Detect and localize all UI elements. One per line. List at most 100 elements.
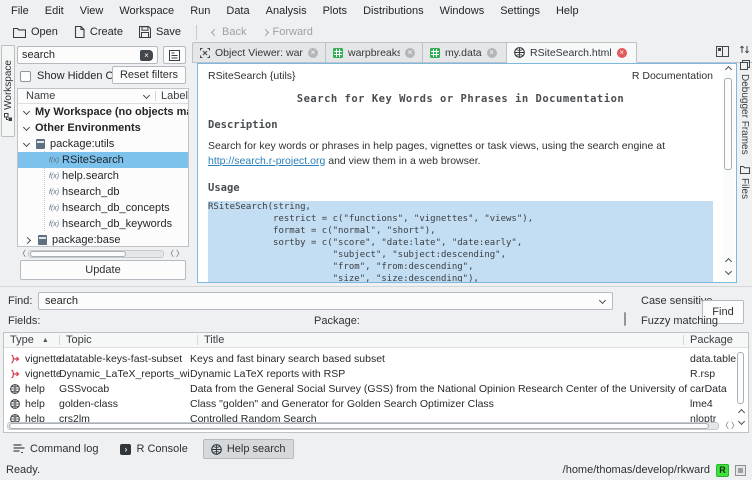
create-button[interactable]: Create [67, 24, 130, 40]
menu-help[interactable]: Help [548, 2, 587, 20]
function-icon: f(x) [49, 205, 62, 212]
scroll-up-icon[interactable] [725, 66, 732, 73]
tree-item-package-utils[interactable]: package:utils [18, 136, 188, 152]
search-r-project-link[interactable]: http://search.r-project.org [208, 155, 325, 167]
close-icon[interactable]: × [308, 48, 318, 58]
scroll-down-icon[interactable] [725, 268, 732, 275]
workspace-icon [4, 113, 13, 122]
filter-options-button[interactable] [163, 46, 186, 64]
scroll-left-icon[interactable]: 〈 [721, 422, 729, 430]
toolbar-separator [196, 25, 197, 40]
case-sensitive-checkbox[interactable] [624, 312, 626, 326]
help-vertical-scrollbar[interactable] [723, 65, 735, 281]
main-toolbar: Open Create Save Back Forward [0, 21, 752, 43]
close-icon[interactable]: × [487, 48, 497, 58]
scroll-left-icon[interactable]: 〈 [18, 250, 26, 258]
tree-item-hsearch-db[interactable]: f(x) hsearch_db [18, 184, 188, 200]
command-log-icon [13, 444, 25, 454]
tree-item-hsearch-db-concepts[interactable]: f(x) hsearch_db_concepts [18, 200, 188, 216]
status-indicator-icon[interactable] [735, 465, 746, 476]
command-log-button[interactable]: Command log [6, 440, 105, 458]
reset-filters-button[interactable]: Reset filters [112, 66, 186, 84]
close-icon[interactable]: × [617, 48, 627, 58]
new-file-icon [74, 26, 85, 38]
tab-my-data[interactable]: my.data × [423, 42, 507, 62]
tree-item-package-base[interactable]: package:base [18, 232, 188, 247]
debugger-frames-dock-tab[interactable]: Debugger Frames [737, 60, 752, 155]
result-row[interactable]: vignette datatable-keys-fast-subset Keys… [4, 351, 748, 366]
menu-plots[interactable]: Plots [315, 2, 355, 20]
open-button[interactable]: Open [6, 24, 65, 40]
help-search-panel: Find: search Case sensitive Find Fields:… [0, 286, 752, 332]
result-row[interactable]: help GSSvocab Data from the General Soci… [4, 381, 748, 396]
help-title: Search for Key Words or Phrases in Docum… [208, 93, 713, 105]
menu-analysis[interactable]: Analysis [258, 2, 315, 20]
sort-icon[interactable] [739, 44, 750, 55]
folder-open-icon [13, 27, 26, 38]
table-icon [430, 48, 440, 58]
scroll-up-icon[interactable] [725, 258, 732, 265]
scroll-right-icon[interactable]: 〉 [176, 250, 184, 258]
clear-search-icon[interactable]: × [140, 50, 153, 61]
help-document-view[interactable]: RSiteSearch {utils} R Documentation Sear… [197, 63, 737, 283]
split-view-icon[interactable] [716, 46, 729, 57]
workspace-dock-tab[interactable]: Workspace [1, 45, 15, 137]
package-icon [36, 139, 45, 149]
menu-file[interactable]: File [3, 2, 37, 20]
close-icon[interactable]: × [405, 48, 415, 58]
help-icon [10, 399, 20, 409]
status-message: Ready. [6, 464, 40, 476]
files-dock-tab[interactable]: Files [737, 165, 752, 199]
folder-icon [740, 165, 750, 174]
scroll-left-icon[interactable]: 〈 [166, 250, 174, 258]
result-row[interactable]: help golden-class Class "golden" and Gen… [4, 396, 748, 411]
results-horizontal-scrollbar[interactable]: 〈 〉 [7, 422, 739, 430]
usage-code-block[interactable]: RSiteSearch(string, restrict = c("functi… [208, 201, 713, 282]
description-heading: Description [208, 119, 713, 131]
r-console-button[interactable]: › R Console [113, 440, 194, 458]
tree-item-rsitesearch[interactable]: f(x) RSiteSearch [18, 152, 188, 168]
document-tab-bar: Object Viewer: warpbreaks × warpbreaks ×… [192, 42, 752, 63]
menu-windows[interactable]: Windows [432, 2, 493, 20]
tree-horizontal-scrollbar[interactable]: 〈 〈 〉 [18, 250, 188, 258]
tree-item-hsearch-db-keywords[interactable]: f(x) hsearch_db_keywords [18, 216, 188, 232]
save-icon [139, 26, 151, 38]
workspace-search-input[interactable]: search × [17, 46, 158, 64]
forward-button[interactable]: Forward [256, 24, 320, 40]
console-icon: › [120, 444, 131, 455]
vignette-icon [10, 369, 20, 379]
tab-warpbreaks[interactable]: warpbreaks × [326, 42, 423, 62]
tree-item-my-workspace[interactable]: My Workspace (no objects matching filter [18, 104, 188, 120]
back-button[interactable]: Back [205, 24, 253, 40]
usage-heading: Usage [208, 182, 713, 194]
tree-header[interactable]: Name Label [18, 89, 188, 104]
menu-workspace[interactable]: Workspace [111, 2, 182, 20]
menu-settings[interactable]: Settings [492, 2, 548, 20]
menu-distributions[interactable]: Distributions [355, 2, 432, 20]
tab-rsitesearch-html[interactable]: RSiteSearch.html × [507, 42, 637, 63]
find-combobox[interactable]: search [38, 292, 613, 310]
show-hidden-checkbox[interactable] [20, 71, 31, 82]
results-header[interactable]: Type▲ Topic Title Package [4, 333, 748, 348]
r-engine-status-badge[interactable]: R [716, 464, 729, 477]
help-search-button[interactable]: Help search [203, 439, 294, 459]
working-directory: /home/thomas/develop/rkward [563, 464, 710, 476]
menu-data[interactable]: Data [218, 2, 257, 20]
function-icon: f(x) [49, 221, 62, 228]
sort-ascending-icon: ▲ [42, 337, 49, 344]
menu-run[interactable]: Run [182, 2, 218, 20]
tab-object-viewer-warpbreaks[interactable]: Object Viewer: warpbreaks × [192, 42, 326, 62]
result-row[interactable]: vignette Dynamic_LaTeX_reports_with_RSP … [4, 366, 748, 381]
update-button[interactable]: Update [20, 260, 186, 280]
scroll-right-icon[interactable]: 〉 [731, 422, 739, 430]
save-button[interactable]: Save [132, 24, 188, 40]
list-options-icon [169, 50, 180, 61]
object-tree: Name Label My Workspace (no objects matc… [17, 88, 189, 247]
menu-view[interactable]: View [72, 2, 112, 20]
tree-item-help-search[interactable]: f(x) help.search [18, 168, 188, 184]
menu-edit[interactable]: Edit [37, 2, 72, 20]
tree-item-other-environments[interactable]: Other Environments [18, 120, 188, 136]
help-header-right: R Documentation [632, 70, 713, 82]
chevron-left-icon [211, 28, 218, 35]
help-icon [514, 47, 525, 58]
